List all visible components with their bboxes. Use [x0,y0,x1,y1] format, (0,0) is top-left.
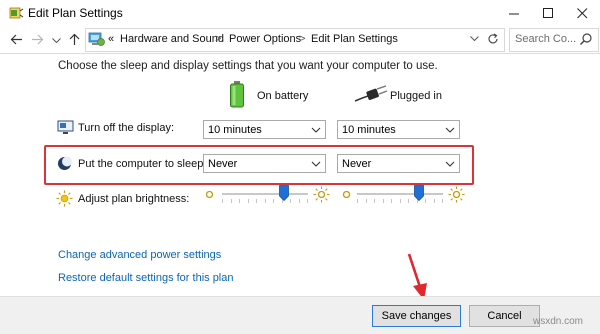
slider-tick [425,199,426,203]
breadcrumb-separator[interactable]: > [299,33,305,45]
recent-locations-button[interactable] [48,32,64,50]
display-row-label: Turn off the display: [78,122,174,134]
search-input[interactable]: Search Co... [515,33,576,45]
slider-tick [265,199,266,203]
back-button[interactable] [8,30,24,48]
battery-icon [230,81,244,108]
cancel-button[interactable]: Cancel [469,305,540,327]
slider-tick [391,199,392,203]
slider-tick [273,199,274,203]
breadcrumb-power-options[interactable]: Power Options [229,33,301,45]
up-arrow-icon [69,33,79,45]
slider-tick [408,199,409,203]
sleep-on-battery-select[interactable]: Never [203,154,326,173]
annotation-arrow-icon [407,253,427,300]
slider-tick [357,199,358,203]
brightness-low-icon [342,190,351,199]
slider-tick [256,199,257,203]
slider-ticks [222,199,308,203]
slider-tick [248,199,249,203]
slider-tick [239,199,240,203]
power-options-icon [9,7,24,19]
breadcrumb-separator[interactable]: > [215,33,221,45]
brightness-low-icon [205,190,214,199]
column-header-on-battery: On battery [257,90,309,102]
column-header-plugged-in: Plugged in [390,90,442,102]
slider-tick [299,199,300,203]
maximize-icon [542,7,553,18]
slider-thumb[interactable] [414,185,424,201]
brightness-high-icon [313,186,330,203]
slider-tick [231,199,232,203]
chevron-down-icon [469,36,479,42]
forward-arrow-icon [31,34,43,44]
sleep-plugged-in-select[interactable]: Never [337,154,460,173]
refresh-button[interactable] [485,30,501,48]
slider-tick [290,199,291,203]
maximize-button[interactable] [531,0,565,26]
back-arrow-icon [10,34,22,44]
minimize-icon [508,13,519,14]
display-on-battery-value: 10 minutes [208,124,262,136]
chevron-down-icon [445,127,455,133]
save-changes-button[interactable]: Save changes [372,305,461,327]
change-advanced-settings-link[interactable]: Change advanced power settings [58,249,221,261]
display-plugged-in-select[interactable]: 10 minutes [337,120,460,139]
slider-track [357,193,443,195]
plug-icon [354,85,388,102]
brightness-plugged-in-slider[interactable] [357,183,443,207]
brightness-on-battery-slider[interactable] [222,183,308,207]
address-dropdown-button[interactable] [467,30,481,48]
breadcrumb-edit-plan-settings[interactable]: Edit Plan Settings [311,33,398,45]
watermark: wsxdn.com [533,316,584,327]
close-button[interactable] [565,0,599,26]
slider-tick [442,199,443,203]
chevron-down-icon [311,161,321,167]
sleep-moon-icon [58,156,72,170]
slider-tick [374,199,375,203]
sleep-plugged-in-value: Never [342,158,372,170]
chevron-down-icon [311,127,321,133]
brightness-row-label: Adjust plan brightness: [78,193,190,205]
slider-thumb[interactable] [279,185,289,201]
brightness-icon [56,190,73,207]
refresh-icon [488,33,498,44]
window-title: Edit Plan Settings [28,6,123,20]
restore-defaults-link[interactable]: Restore default settings for this plan [58,272,233,284]
chevron-down-icon [51,38,61,44]
slider-track [222,193,308,195]
slider-tick [222,199,223,203]
chevron-down-icon [445,161,455,167]
display-on-battery-select[interactable]: 10 minutes [203,120,326,139]
display-icon [57,120,74,134]
up-button[interactable] [66,30,82,48]
search-icon [580,33,592,45]
slider-tick [383,199,384,203]
display-plugged-in-value: 10 minutes [342,124,396,136]
breadcrumb-hardware-and-sound[interactable]: Hardware and Sound [120,33,224,45]
sleep-on-battery-value: Never [208,158,238,170]
forward-button[interactable] [29,30,45,48]
slider-tick [434,199,435,203]
slider-tick [366,199,367,203]
page-heading: Choose the sleep and display settings th… [58,60,438,72]
slider-ticks [357,199,443,203]
slider-tick [400,199,401,203]
sleep-row-label: Put the computer to sleep: [78,158,207,170]
control-panel-icon [88,32,105,46]
minimize-button[interactable] [497,0,531,26]
slider-tick [307,199,308,203]
brightness-high-icon [448,186,465,203]
address-prefix[interactable]: « [108,33,114,45]
close-icon [576,7,587,18]
